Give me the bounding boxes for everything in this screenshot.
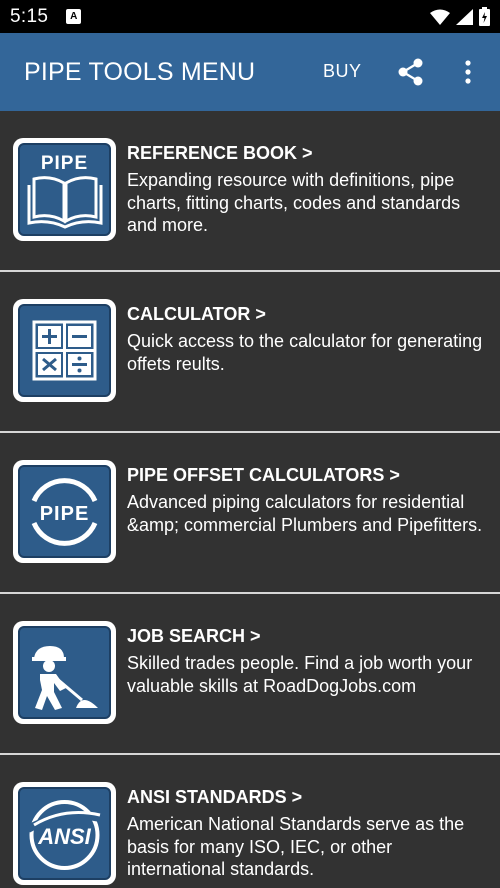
menu-list: PIPE REFERENCE BOOK > Expanding resource… (0, 111, 500, 888)
menu-item-description: Expanding resource with definitions, pip… (127, 170, 461, 235)
ansi-logo-icon: ANSI (13, 782, 116, 885)
more-options-icon[interactable] (458, 57, 478, 87)
app-title: PIPE TOOLS MENU (24, 57, 256, 86)
menu-item-title: PIPE OFFSET CALCULATORS > (127, 465, 400, 485)
menu-item-reference-book[interactable]: PIPE REFERENCE BOOK > Expanding resource… (0, 111, 500, 272)
menu-item-title: JOB SEARCH > (127, 626, 261, 646)
status-time: 5:15 (10, 5, 49, 27)
battery-icon (479, 7, 490, 26)
svg-text:ANSI: ANSI (37, 824, 91, 849)
calculator-icon (13, 299, 116, 402)
menu-item-description: Skilled trades people. Find a job worth … (127, 653, 473, 696)
menu-item-calculator[interactable]: CALCULATOR > Quick access to the calcula… (0, 272, 500, 433)
notification-a-icon: A (66, 9, 82, 24)
menu-item-description: Quick access to the calculator for gener… (127, 331, 483, 374)
menu-item-title: REFERENCE BOOK > (127, 143, 313, 163)
menu-item-title: CALCULATOR > (127, 304, 266, 324)
buy-button[interactable]: BUY (323, 61, 362, 82)
menu-item-pipe-offset-calculators[interactable]: PIPE PIPE OFFSET CALCULATORS > Advanced … (0, 433, 500, 594)
wifi-icon (430, 9, 450, 25)
app-bar: PIPE TOOLS MENU BUY (0, 33, 500, 111)
svg-text:PIPE: PIPE (41, 153, 88, 174)
status-icons (430, 7, 490, 26)
status-bar: 5:15 A (0, 0, 500, 33)
menu-item-title: ANSI STANDARDS > (127, 787, 303, 807)
menu-item-job-search[interactable]: JOB SEARCH > Skilled trades people. Find… (0, 594, 500, 755)
svg-text:PIPE: PIPE (40, 503, 90, 525)
share-icon[interactable] (396, 57, 426, 87)
menu-item-ansi-standards[interactable]: ANSI ANSI STANDARDS > American National … (0, 755, 500, 888)
menu-item-description: Advanced piping calculators for resident… (127, 492, 483, 535)
pipe-circle-icon: PIPE (13, 460, 116, 563)
worker-shovel-icon (13, 621, 116, 724)
signal-icon (456, 8, 473, 25)
pipe-book-icon: PIPE (13, 138, 116, 241)
menu-item-description: American National Standards serve as the… (127, 814, 465, 879)
